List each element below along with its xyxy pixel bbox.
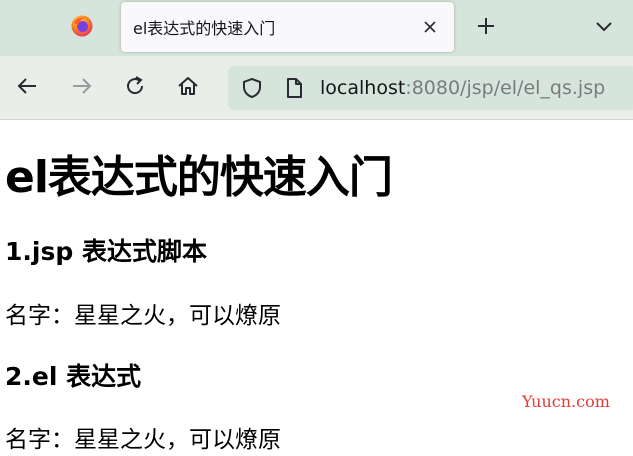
watermark-text: Yuucn.com <box>522 392 610 411</box>
plus-icon <box>477 17 495 39</box>
section-1-text: 名字：星星之火，可以燎原 <box>5 303 281 329</box>
url-host: localhost <box>320 77 406 99</box>
chevron-down-icon <box>595 17 613 39</box>
section-1-title: 1.jsp 表达式脚本 <box>5 237 207 266</box>
url-text[interactable]: localhost:8080/jsp/el/el_qs.jsp <box>320 77 605 99</box>
reload-button[interactable] <box>118 71 152 105</box>
url-path: :8080/jsp/el/el_qs.jsp <box>405 77 606 99</box>
page-heading: el表达式的快速入门 <box>5 152 393 203</box>
back-button[interactable] <box>10 71 44 105</box>
page-content: el表达式的快速入门 1.jsp 表达式脚本 名字：星星之火，可以燎原 2.el… <box>0 121 633 456</box>
page-icon[interactable] <box>282 76 306 100</box>
url-bar[interactable]: localhost:8080/jsp/el/el_qs.jsp <box>228 66 633 110</box>
home-button[interactable] <box>171 71 205 105</box>
firefox-logo-icon <box>70 14 94 42</box>
firefox-menu-tab[interactable] <box>60 8 104 48</box>
new-tab-button[interactable] <box>470 12 502 44</box>
arrow-right-icon <box>71 75 93 101</box>
home-icon <box>177 75 199 101</box>
close-icon[interactable] <box>420 17 440 37</box>
tab-title: el表达式的快速入门 <box>133 19 276 38</box>
list-all-tabs-button[interactable] <box>588 12 620 44</box>
reload-icon <box>124 75 146 101</box>
forward-button[interactable] <box>65 71 99 105</box>
arrow-left-icon <box>16 75 38 101</box>
tab-strip: el表达式的快速入门 <box>0 0 633 56</box>
section-2-text: 名字：星星之火，可以燎原 <box>5 427 281 453</box>
shield-icon[interactable] <box>240 76 264 100</box>
section-2-title: 2.el 表达式 <box>5 362 142 391</box>
nav-bar: localhost:8080/jsp/el/el_qs.jsp <box>0 56 633 120</box>
active-tab[interactable]: el表达式的快速入门 <box>121 2 454 52</box>
